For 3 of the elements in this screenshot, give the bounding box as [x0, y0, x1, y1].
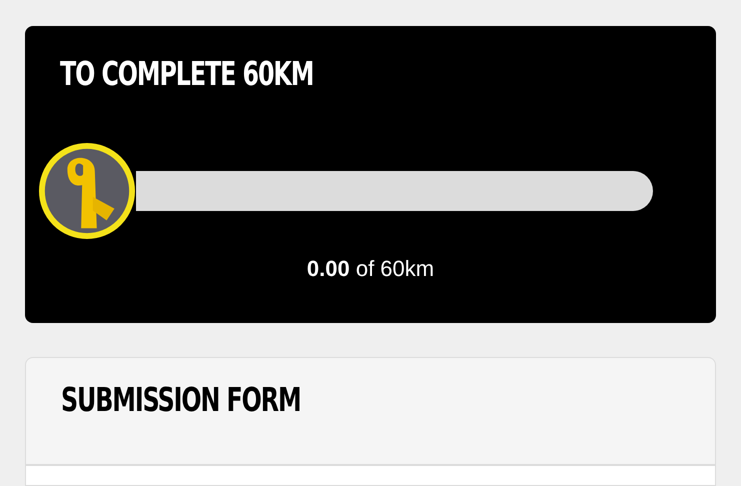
distance-reading: 0.00 of 60km: [306, 256, 436, 282]
form-title: SUBMISSION FORM: [61, 379, 302, 421]
card-title: TO COMPLETE 60KM: [60, 53, 314, 95]
